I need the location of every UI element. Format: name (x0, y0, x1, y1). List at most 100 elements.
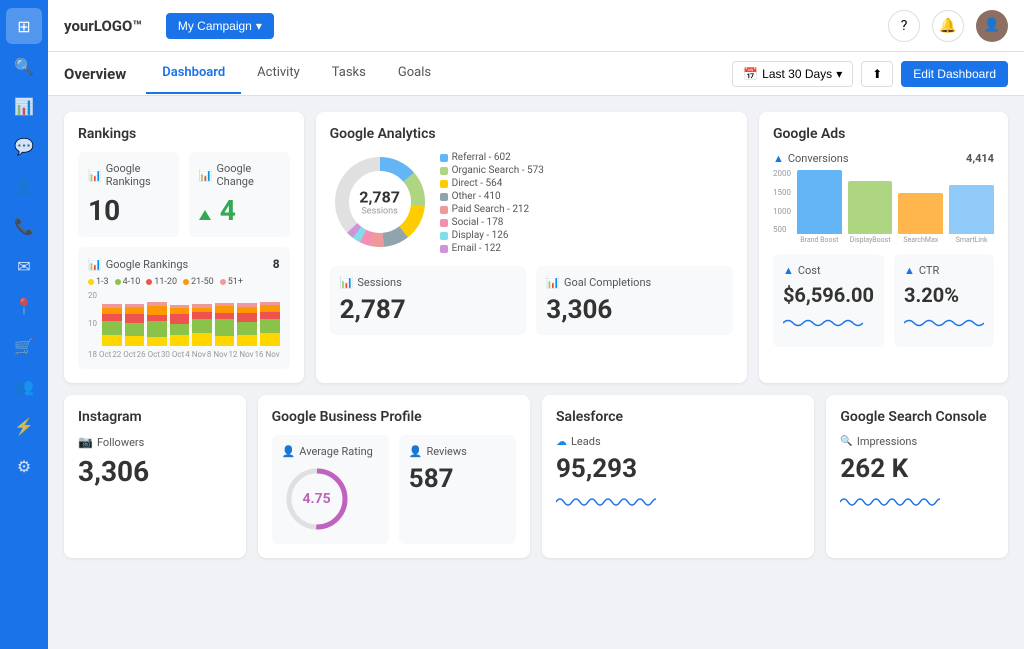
arrow-up-icon (199, 210, 211, 220)
donut-legend: Referral - 602 Organic Search - 573 Dire… (440, 152, 733, 256)
legend-51plus: 51+ (220, 277, 243, 287)
help-button[interactable]: ? (888, 10, 920, 42)
gbp-reviews-value: 587 (409, 464, 506, 494)
legend-organic: Organic Search - 573 (440, 165, 733, 176)
share-button[interactable]: ⬆ (861, 61, 893, 87)
ads-ctr-label: ▲ CTR (904, 264, 984, 277)
ga-goals-stat: 📊 Goal Completions 3,306 (536, 266, 733, 335)
ga-top: 2,787 Sessions Referral - 602 Organic Se… (330, 152, 733, 256)
dashboard-content: Rankings 📊 Google Rankings 10 📊 Google C… (48, 96, 1024, 649)
logo: yourLOGO™ (64, 17, 142, 35)
sidebar-email[interactable]: ✉ (6, 248, 42, 284)
gbp-rating-label: 👤 Average Rating (282, 445, 379, 458)
sidebar-settings[interactable]: ⚙ (6, 448, 42, 484)
ads-bar-brand-bar (797, 170, 842, 234)
gsc-wavy-line (840, 490, 940, 514)
edit-dashboard-button[interactable]: Edit Dashboard (901, 61, 1008, 87)
gsc-stat: 🔍 Impressions 262 K (840, 435, 994, 518)
ads-cost-value: $6,596.00 (783, 283, 874, 307)
sidebar-search[interactable]: 🔍 (6, 48, 42, 84)
google-change-mini: 📊 Google Change 4 (189, 152, 290, 237)
ads-bar-display-label: DisplayBoost (850, 236, 891, 244)
ads-bar-smart-label: SmartLink (956, 236, 988, 244)
cost-wavy-line (783, 313, 863, 333)
ads-bar-display-bar (848, 181, 893, 234)
ads-bar-display: DisplayBoost (848, 181, 893, 244)
sidebar-chat[interactable]: 💬 (6, 128, 42, 164)
avatar[interactable]: 👤 (976, 10, 1008, 42)
ads-bar-smart: SmartLink (949, 185, 994, 244)
sidebar-home[interactable]: ⊞ (6, 8, 42, 44)
calendar-icon: 📅 (743, 67, 758, 81)
legend-direct: Direct - 564 (440, 178, 733, 189)
subnav-right: 📅 Last 30 Days ▾ ⬆ Edit Dashboard (732, 61, 1008, 87)
sidebar-lightning[interactable]: ⚡ (6, 408, 42, 444)
donut-value: 2,787 (359, 188, 400, 207)
sf-title: Salesforce (556, 409, 800, 425)
ga-title: Google Analytics (330, 126, 733, 142)
google-analytics-card: Google Analytics (316, 112, 747, 383)
sidebar-location[interactable]: 📍 (6, 288, 42, 324)
date-range-button[interactable]: 📅 Last 30 Days ▾ (732, 61, 853, 87)
rankings-card: Rankings 📊 Google Rankings 10 📊 Google C… (64, 112, 304, 383)
ig-title: Instagram (78, 409, 232, 425)
ads-conversions-header: ▲ Conversions 4,414 (773, 152, 994, 165)
gbp-card: Google Business Profile 👤 Average Rating (258, 395, 530, 558)
rankings-legend: 1-3 4-10 11-20 21-50 51+ (88, 277, 280, 287)
gsc-impressions-label: 🔍 Impressions (840, 435, 994, 448)
legend-paid: Paid Search - 212 (440, 204, 733, 215)
ads-bar-smart-bar (949, 185, 994, 234)
gbp-reviews-stat: 👤 Reviews 587 (399, 435, 516, 544)
ig-stat: 📷 Followers 3,306 (78, 435, 232, 488)
tab-goals[interactable]: Goals (382, 53, 447, 94)
sidebar-chart[interactable]: 📊 (6, 88, 42, 124)
ads-bar-search: SearchMax (898, 193, 943, 244)
donut-label: Sessions (359, 207, 400, 217)
legend-display: Display - 126 (440, 230, 733, 241)
chevron-down-icon: ▾ (256, 19, 262, 33)
tab-dashboard[interactable]: Dashboard (146, 53, 241, 94)
notifications-button[interactable]: 🔔 (932, 10, 964, 42)
ig-followers-value: 3,306 (78, 455, 232, 488)
sidebar-cart[interactable]: 🛒 (6, 328, 42, 364)
sf-leads-label: ☁ Leads (556, 435, 800, 448)
campaign-button[interactable]: My Campaign ▾ (166, 13, 274, 39)
donut-container: 2,787 Sessions (330, 152, 430, 252)
gbp-title: Google Business Profile (272, 409, 516, 425)
ads-bar-brand-label: Brand Boost (800, 236, 838, 244)
rating-center-value: 4.75 (303, 491, 331, 507)
salesforce-card: Salesforce ☁ Leads 95,293 (542, 395, 814, 558)
ctr-wavy-line (904, 313, 984, 333)
ga-goals-label: 📊 Goal Completions (546, 276, 723, 289)
sidebar-group[interactable]: 👥 (6, 368, 42, 404)
ads-y-axis: 200015001000500 (773, 169, 793, 244)
ads-ctr-value: 3.20% (904, 283, 984, 307)
legend-email: Email - 122 (440, 243, 733, 254)
ads-bottom: ▲ Cost $6,596.00 ▲ CTR 3.20% (773, 254, 994, 347)
row-2: Instagram 📷 Followers 3,306 Google Busin… (64, 395, 1008, 558)
google-rankings-value: 10 (88, 194, 169, 227)
y-axis: 2010 (88, 291, 97, 346)
ga-donut: 2,787 Sessions (330, 152, 430, 256)
chart-x-labels: 18 Oct 22 Oct 26 Oct 30 Oct 4 Nov 8 Nov … (88, 350, 280, 359)
ads-bar-brand: Brand Boost (797, 170, 842, 244)
google-change-value: 4 (199, 194, 280, 227)
legend-social: Social - 178 (440, 217, 733, 228)
tab-activity[interactable]: Activity (241, 53, 316, 94)
rankings-chart-card: 📊 Google Rankings 8 1-3 4-10 11-20 21-50… (78, 247, 290, 369)
sf-wavy-line (556, 490, 656, 514)
google-ads-card: Google Ads ▲ Conversions 4,414 200015001… (759, 112, 1008, 383)
ads-ctr-stat: ▲ CTR 3.20% (894, 254, 994, 347)
row-1: Rankings 📊 Google Rankings 10 📊 Google C… (64, 112, 1008, 383)
gbp-rating-stat: 👤 Average Rating 4.75 (272, 435, 389, 544)
ga-bottom: 📊 Sessions 2,787 📊 Goal Completions 3,30… (330, 266, 733, 335)
subnav-tabs: Dashboard Activity Tasks Goals (146, 53, 447, 94)
sidebar: ⊞ 🔍 📊 💬 👤 📞 ✉ 📍 🛒 👥 ⚡ ⚙ (0, 0, 48, 649)
gsc-card: Google Search Console 🔍 Impressions 262 … (826, 395, 1008, 558)
ga-sessions-stat: 📊 Sessions 2,787 (330, 266, 527, 335)
sidebar-phone[interactable]: 📞 (6, 208, 42, 244)
top-nav: yourLOGO™ My Campaign ▾ ? 🔔 👤 (48, 0, 1024, 52)
sidebar-person[interactable]: 👤 (6, 168, 42, 204)
ads-bar-search-bar (898, 193, 943, 234)
tab-tasks[interactable]: Tasks (316, 53, 382, 94)
